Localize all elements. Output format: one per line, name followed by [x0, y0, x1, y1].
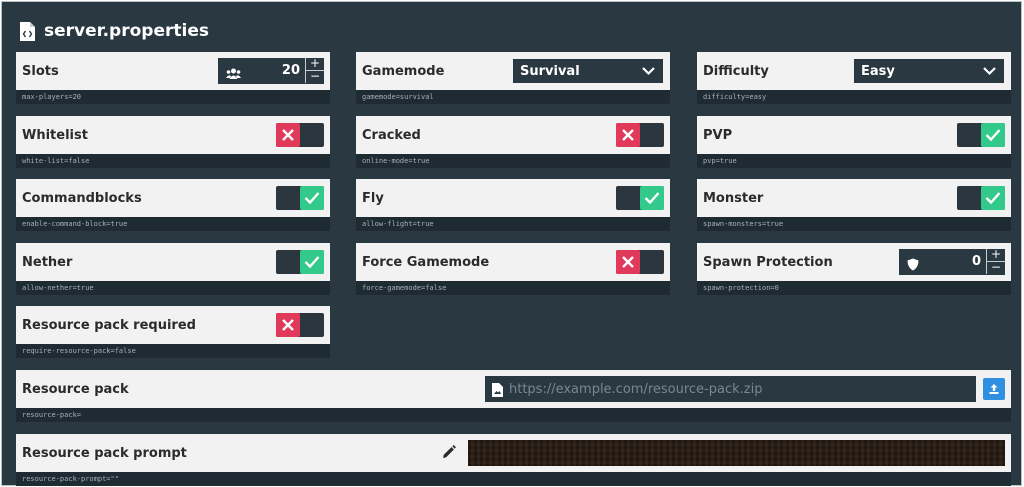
setting-fly: Fly allow-flight=true — [356, 179, 670, 231]
resource-pack-input-wrapper — [485, 376, 976, 402]
setting-cracked: Cracked online-mode=true — [356, 116, 670, 168]
close-icon — [616, 123, 640, 147]
resource-pack-prompt-label: Resource pack prompt — [22, 445, 187, 461]
check-icon — [300, 186, 324, 210]
upload-button[interactable] — [983, 378, 1005, 400]
nether-key: allow-nether=true — [16, 281, 330, 295]
monster-toggle[interactable] — [957, 186, 1005, 210]
spawn-protection-decrement-button[interactable]: − — [986, 261, 1005, 274]
setting-pvp: PVP pvp=true — [697, 116, 1011, 168]
resource-pack-required-toggle[interactable] — [276, 313, 324, 337]
shield-icon — [907, 256, 919, 275]
spawn-protection-key: spawn-protection=0 — [697, 281, 1011, 295]
file-image-icon — [492, 382, 503, 401]
force-gamemode-toggle[interactable] — [616, 250, 664, 274]
monster-key: spawn-monsters=true — [697, 217, 1011, 231]
pencil-icon[interactable] — [441, 445, 456, 464]
nether-label: Nether — [22, 254, 73, 270]
cracked-toggle[interactable] — [616, 123, 664, 147]
file-code-icon — [20, 21, 35, 41]
gamemode-value: Survival — [520, 63, 580, 79]
setting-difficulty: Difficulty Easy difficulty=easy — [697, 52, 1011, 104]
whitelist-label: Whitelist — [22, 127, 88, 143]
chevron-down-icon — [642, 65, 655, 81]
setting-resource-pack-required: Resource pack required require-resource-… — [16, 306, 330, 358]
pvp-key: pvp=true — [697, 154, 1011, 168]
users-icon — [226, 65, 241, 84]
resource-pack-required-label: Resource pack required — [22, 317, 196, 333]
resource-pack-prompt-key: resource-pack-prompt="" — [16, 472, 1011, 486]
setting-whitelist: Whitelist white-list=false — [16, 116, 330, 168]
slots-label: Slots — [22, 63, 59, 79]
resource-pack-key: resource-pack= — [16, 408, 1011, 422]
nether-toggle[interactable] — [276, 250, 324, 274]
check-icon — [981, 123, 1005, 147]
commandblocks-key: enable-command-block=true — [16, 217, 330, 231]
fly-label: Fly — [362, 190, 384, 206]
setting-gamemode: Gamemode Survival gamemode=survival — [356, 52, 670, 104]
force-gamemode-label: Force Gamemode — [362, 254, 490, 270]
setting-force-gamemode: Force Gamemode force-gamemode=false — [356, 243, 670, 295]
setting-monster: Monster spawn-monsters=true — [697, 179, 1011, 231]
spawn-protection-label: Spawn Protection — [703, 254, 833, 270]
setting-resource-pack: Resource pack resource-pack= — [16, 370, 1011, 422]
commandblocks-toggle[interactable] — [276, 186, 324, 210]
cracked-label: Cracked — [362, 127, 421, 143]
gamemode-label: Gamemode — [362, 63, 445, 79]
resource-pack-prompt-preview[interactable] — [468, 440, 1005, 466]
close-icon — [616, 250, 640, 274]
check-icon — [300, 250, 324, 274]
gamemode-select[interactable]: Survival — [513, 59, 663, 83]
gamemode-key: gamemode=survival — [356, 90, 670, 104]
spawn-protection-stepper[interactable]: 0 + − — [899, 248, 1005, 275]
resource-pack-required-key: require-resource-pack=false — [16, 344, 330, 358]
commandblocks-label: Commandblocks — [22, 190, 142, 206]
whitelist-key: white-list=false — [16, 154, 330, 168]
difficulty-select[interactable]: Easy — [854, 59, 1004, 83]
pvp-label: PVP — [703, 127, 733, 143]
pvp-toggle[interactable] — [957, 123, 1005, 147]
close-icon — [276, 313, 300, 337]
close-icon — [276, 123, 300, 147]
slots-stepper[interactable]: 20 + − — [218, 57, 324, 84]
properties-panel: server.properties Slots 20 + − max-playe… — [1, 1, 1022, 486]
spawn-protection-value: 0 — [971, 254, 981, 269]
check-icon — [640, 186, 664, 210]
cracked-key: online-mode=true — [356, 154, 670, 168]
slots-decrement-button[interactable]: − — [305, 70, 324, 83]
check-icon — [981, 186, 1005, 210]
slots-value: 20 — [281, 63, 300, 78]
monster-label: Monster — [703, 190, 764, 206]
force-gamemode-key: force-gamemode=false — [356, 281, 670, 295]
setting-nether: Nether allow-nether=true — [16, 243, 330, 295]
resource-pack-label: Resource pack — [22, 381, 129, 397]
header: server.properties — [20, 19, 209, 43]
setting-slots: Slots 20 + − max-players=20 — [16, 52, 330, 104]
fly-key: allow-flight=true — [356, 217, 670, 231]
setting-spawn-protection: Spawn Protection 0 + − spawn-protection=… — [697, 243, 1011, 295]
upload-icon — [988, 380, 1000, 399]
resource-pack-url-input[interactable] — [509, 376, 969, 402]
difficulty-key: difficulty=easy — [697, 90, 1011, 104]
page-title: server.properties — [44, 21, 209, 41]
slots-key: max-players=20 — [16, 90, 330, 104]
fly-toggle[interactable] — [616, 186, 664, 210]
difficulty-label: Difficulty — [703, 63, 769, 79]
difficulty-value: Easy — [861, 63, 895, 79]
setting-commandblocks: Commandblocks enable-command-block=true — [16, 179, 330, 231]
setting-resource-pack-prompt: Resource pack prompt resource-pack-promp… — [16, 434, 1011, 486]
whitelist-toggle[interactable] — [276, 123, 324, 147]
chevron-down-icon — [983, 65, 996, 81]
